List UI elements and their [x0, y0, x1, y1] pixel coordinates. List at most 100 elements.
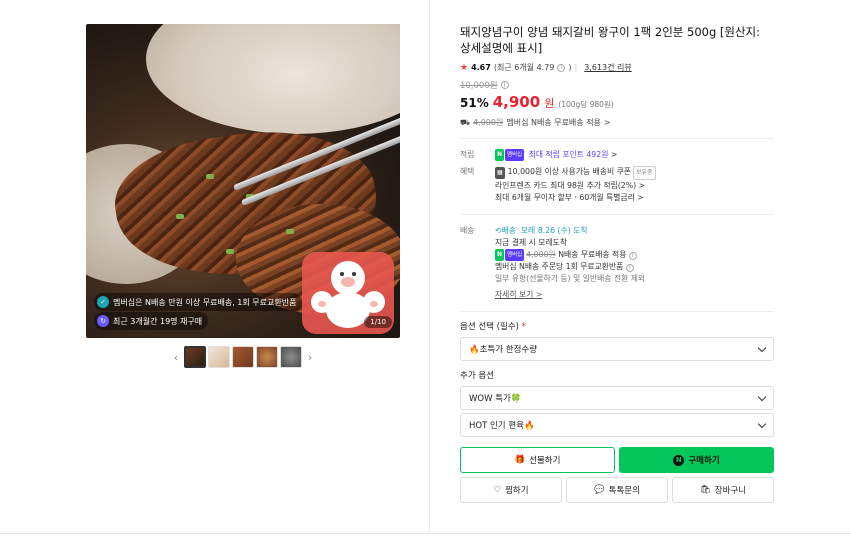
shipping-fee-text: 멤버십 N배송 무료배송 적용: [506, 118, 601, 127]
exclude-text: 일부 유형(선물하기 등) 및 일반배송 전환 제외: [495, 274, 646, 283]
sale-price: 4,900: [492, 93, 541, 111]
rating-recent-close: ): [568, 63, 572, 72]
chevron-down-icon: [757, 392, 767, 401]
repurchase-icon: ↻: [97, 315, 109, 327]
thumbnail-4[interactable]: [256, 346, 278, 368]
original-price: 10,000원: [460, 81, 498, 91]
talk-button-label: 톡톡문의: [608, 486, 640, 496]
delivery-fee-text: N배송 무료배송 적용: [558, 250, 627, 259]
divider: [460, 311, 774, 312]
garnish: [226, 249, 234, 254]
info-icon[interactable]: i: [625, 264, 634, 272]
npay-membership-icon: N 멤버십: [495, 149, 525, 161]
review-count-link[interactable]: 3,613건 리뷰: [584, 62, 632, 73]
original-price-row: 10,000원 i: [460, 79, 774, 91]
repurchase-badge-text: 최근 3개월간 19명 재구매: [113, 316, 203, 326]
chevron-right-icon[interactable]: >: [604, 118, 611, 127]
coupon-icon: ▦: [495, 167, 505, 179]
required-option-select[interactable]: 🔥초특가 한정수량: [460, 337, 774, 361]
benefit-coupon[interactable]: 10,000원 이상 사용가능 배송비 쿠폰: [508, 167, 631, 176]
thumb-prev-button[interactable]: ‹: [170, 351, 182, 364]
thumbnail-5[interactable]: [280, 346, 302, 368]
additional-option-label: 추가 옵션: [460, 371, 494, 381]
divider: [460, 138, 774, 139]
wish-button[interactable]: ♡ 찜하기: [460, 477, 562, 503]
thumbnail-2[interactable]: [208, 346, 230, 368]
separator: |: [574, 63, 578, 72]
pay-note: 지금 결제 시 모레도착: [495, 238, 567, 247]
column-divider: [429, 0, 430, 533]
buy-button-label: 구매하기: [688, 456, 720, 466]
wish-button-label: 찜하기: [505, 486, 529, 496]
thumbnail-3[interactable]: [232, 346, 254, 368]
buy-button[interactable]: N 구매하기: [619, 447, 774, 473]
thumbnail-1[interactable]: [184, 346, 206, 368]
required-option-label-text: 옵션 선택 (필수): [460, 322, 519, 332]
chat-icon: 💬: [594, 485, 605, 495]
unit-price: (100g당 980원): [558, 100, 614, 109]
rating-score: 4.67: [471, 63, 491, 72]
exchange-text: 멤버십 N배송 주문당 1회 무료교환반품: [495, 262, 624, 271]
bottom-divider: [0, 533, 850, 534]
thumb-next-button[interactable]: ›: [304, 351, 316, 364]
delivery-label: 배송: [460, 226, 475, 235]
rating-recent: (최근 6개월 4.79: [493, 63, 555, 72]
required-option-value: 🔥초특가 한정수량: [469, 345, 538, 355]
garnish: [286, 229, 294, 234]
info-icon[interactable]: i: [500, 81, 509, 89]
additional-option-value-2: HOT 인기 편육🔥: [469, 421, 535, 431]
discount-rate: 51%: [460, 96, 489, 110]
heart-icon: ♡: [493, 485, 502, 495]
n-delivery-badge: ⟲배송: [495, 226, 516, 235]
divider: [460, 214, 774, 215]
star-icon: ★: [460, 62, 469, 73]
delivery-row: 배송 ⟲배송 모레 8.26 (수) 도착 지금 결제 시 모레도착 N 멤버십 4…: [460, 225, 774, 301]
price-row: 51% 4,900 원 (100g당 980원): [460, 93, 774, 111]
product-page: ✓ 멤버십은 N배송 만원 이상 무료배송, 1회 무료교환반품 ↻ 최근 3개…: [0, 0, 850, 540]
gift-icon: 🎁: [514, 455, 526, 465]
plate-shape: [146, 24, 400, 134]
benefits-row: 혜택 ▦ 10,000원 이상 사용가능 배송비 쿠폰 보유중 라인프렌즈 카드 최…: [460, 166, 774, 204]
arrival-date: 모레 8.26 (수) 도착: [520, 226, 588, 235]
additional-option-select-1[interactable]: WOW 특가🍀: [460, 386, 774, 410]
chevron-down-icon: [757, 419, 767, 428]
points-value[interactable]: 최대 적립 포인트 492원: [529, 150, 609, 159]
talk-button[interactable]: 💬 톡톡문의: [566, 477, 668, 503]
benefit-installment[interactable]: 최대 6개월 무이자 할부 · 60개월 특별금리 >: [495, 192, 774, 204]
benefit-card[interactable]: 라인프렌즈 카드 최대 98원 추가 적립(2%) >: [495, 180, 774, 192]
delivery-fee-original: 4,000원: [526, 250, 556, 259]
cart-button[interactable]: 🛍 장바구니: [672, 477, 774, 503]
delivery-more-link[interactable]: 자세히 보기 >: [495, 289, 774, 301]
primary-actions: 🎁 선물하기 N 구매하기: [460, 447, 774, 473]
required-mark: *: [521, 322, 526, 332]
membership-badge: ✓ 멤버십은 N배송 만원 이상 무료배송, 1회 무료교환반품: [94, 293, 303, 311]
benefits-label: 혜택: [460, 167, 475, 176]
cart-icon: 🛍: [699, 485, 711, 495]
truck-icon: ⛟: [460, 117, 471, 127]
points-row: 적립 N 멤버십 최대 적립 포인트 492원 >: [460, 149, 774, 161]
owned-tag: 보유중: [632, 166, 656, 180]
garnish: [206, 174, 214, 179]
additional-option-value-1: WOW 특가🍀: [469, 394, 522, 404]
additional-option-select-2[interactable]: HOT 인기 편육🔥: [460, 413, 774, 437]
cart-button-label: 장바구니: [714, 486, 747, 496]
required-option-label: 옵션 선택 (필수) *: [460, 320, 774, 332]
thumbnail-strip: ‹ ›: [170, 346, 316, 368]
shipping-fee-row: ⛟ 4,000원 멤버십 N배송 무료배송 적용 >: [460, 117, 774, 128]
chevron-right-icon[interactable]: >: [611, 150, 618, 159]
npay-membership-icon: N 멤버십: [495, 249, 525, 261]
points-label: 적립: [460, 150, 475, 159]
product-info-panel: 돼지양념구이 양념 돼지갈비 왕구이 1팩 2인분 500g [원산지: 상세설…: [460, 24, 774, 503]
info-icon[interactable]: i: [557, 63, 566, 72]
repurchase-badge: ↻ 최근 3개월간 19명 재구매: [94, 312, 209, 330]
info-icon[interactable]: i: [628, 252, 637, 260]
delivery-icon: ✓: [97, 296, 109, 308]
chevron-down-icon: [757, 343, 767, 352]
price-unit: 원: [544, 97, 555, 110]
image-counter: 1/10: [364, 316, 392, 328]
product-main-image[interactable]: ✓ 멤버십은 N배송 만원 이상 무료배송, 1회 무료교환반품 ↻ 최근 3개…: [86, 24, 400, 338]
secondary-actions: ♡ 찜하기 💬 톡톡문의 🛍 장바구니: [460, 477, 774, 503]
membership-badge-text: 멤버십은 N배송 만원 이상 무료배송, 1회 무료교환반품: [113, 297, 297, 307]
gift-button[interactable]: 🎁 선물하기: [460, 447, 615, 473]
shipping-fee-original: 4,000원: [473, 118, 504, 127]
